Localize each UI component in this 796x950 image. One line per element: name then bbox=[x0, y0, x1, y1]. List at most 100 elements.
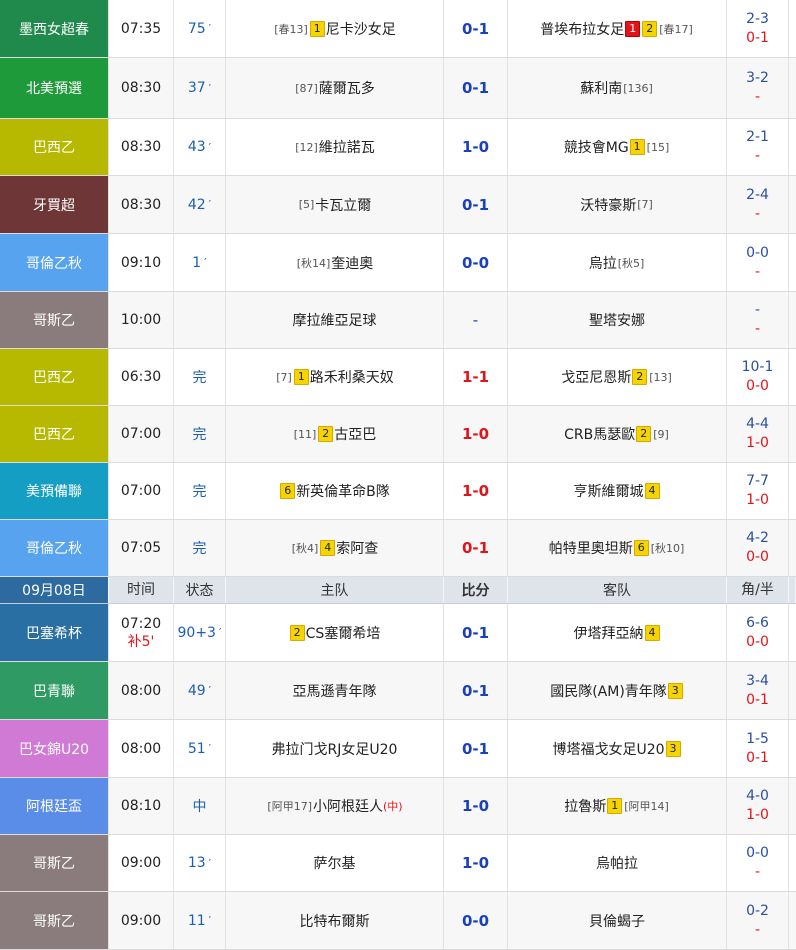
score-cell[interactable]: - bbox=[444, 292, 508, 348]
table-row[interactable]: 巴西乙 08:30 43 ′ [12] 維拉諾瓦 1-0 競技會MG 1 [15] 2-1- bbox=[0, 119, 796, 176]
score-cell[interactable]: 1-0 bbox=[444, 119, 508, 175]
league-cell[interactable]: 巴青聯 bbox=[0, 662, 109, 719]
away-team-cell[interactable]: 博塔福戈女足U20 3 bbox=[508, 720, 727, 777]
away-team-cell[interactable]: 競技會MG 1 [15] bbox=[508, 119, 727, 175]
home-team-name[interactable]: 萨尔基 bbox=[314, 853, 356, 873]
score-cell[interactable]: 1-1 bbox=[444, 349, 508, 405]
league-name[interactable]: 阿根廷盃 bbox=[26, 796, 82, 816]
score-cell[interactable]: 0-1 bbox=[444, 520, 508, 576]
table-row[interactable]: 哥斯乙 09:00 11 ′ 比特布爾斯 0-0 貝倫蝎子 0-2 - bbox=[0, 892, 796, 950]
score[interactable]: 1-0 bbox=[462, 854, 489, 872]
home-team-name[interactable]: 古亞巴 bbox=[334, 424, 376, 444]
away-team-name[interactable]: 亨斯維爾城 bbox=[574, 481, 644, 501]
away-team-name[interactable]: CRB馬瑟歐 bbox=[564, 424, 635, 444]
score-cell[interactable]: 0-1 bbox=[444, 720, 508, 777]
league-cell[interactable]: 美預備聯 bbox=[0, 463, 109, 519]
home-team-name[interactable]: 奎迪奧 bbox=[331, 253, 373, 273]
score-cell[interactable]: 1-0 bbox=[444, 463, 508, 519]
home-team-cell[interactable]: 6 新英倫革命B隊 bbox=[226, 463, 444, 519]
away-team-name[interactable]: 沃特豪斯 bbox=[580, 195, 636, 215]
score[interactable]: 0-0 bbox=[462, 912, 489, 930]
home-team-name[interactable]: 小阿根廷人 bbox=[313, 796, 383, 816]
league-cell[interactable]: 巴西乙 bbox=[0, 349, 109, 405]
away-team-name[interactable]: 貝倫蝎子 bbox=[589, 911, 645, 931]
score-cell[interactable]: 1-0 bbox=[444, 406, 508, 462]
league-name[interactable]: 哥倫乙秋 bbox=[26, 253, 82, 273]
away-team-cell[interactable]: 貝倫蝎子 bbox=[508, 892, 727, 949]
home-team-cell[interactable]: [7] 1 路禾利桑天奴 bbox=[226, 349, 444, 405]
score[interactable]: 0-1 bbox=[462, 79, 489, 97]
away-team-name[interactable]: 烏帕拉 bbox=[596, 853, 638, 873]
home-team-cell[interactable]: [阿甲17] 小阿根廷人 (中) bbox=[226, 778, 444, 834]
league-name[interactable]: 巴西乙 bbox=[33, 424, 75, 444]
home-team-cell[interactable]: [春13] 1 尼卡沙女足 bbox=[226, 0, 444, 57]
away-team-cell[interactable]: CRB馬瑟歐 2 [9] bbox=[508, 406, 727, 462]
table-row[interactable]: 哥斯乙 09:00 13 ′ 萨尔基 1-0 烏帕拉 0-0 - bbox=[0, 835, 796, 892]
away-team-name[interactable]: 伊塔拜亞納 bbox=[574, 623, 644, 643]
league-cell[interactable]: 北美預選 bbox=[0, 58, 109, 118]
away-team-name[interactable]: 聖塔安娜 bbox=[589, 310, 645, 330]
home-team-cell[interactable]: [秋4] 4 索阿查 bbox=[226, 520, 444, 576]
home-team-cell[interactable]: [秋14] 奎迪奧 bbox=[226, 234, 444, 291]
home-team-name[interactable]: 弗拉门戈RJ女足U20 bbox=[272, 739, 398, 759]
league-name[interactable]: 哥斯乙 bbox=[33, 911, 75, 931]
league-name[interactable]: 哥斯乙 bbox=[33, 310, 75, 330]
league-cell[interactable]: 巴女錦U20 bbox=[0, 720, 109, 777]
score-cell[interactable]: 0-0 bbox=[444, 892, 508, 949]
league-name[interactable]: 巴塞希杯 bbox=[26, 623, 82, 643]
table-row[interactable]: 巴女錦U20 08:00 51 ′ 弗拉门戈RJ女足U20 0-1 博塔福戈女足U20 3 1-… bbox=[0, 720, 796, 778]
score-cell[interactable]: 1-0 bbox=[444, 778, 508, 834]
home-team-cell[interactable]: [12] 維拉諾瓦 bbox=[226, 119, 444, 175]
score[interactable]: 1-0 bbox=[462, 797, 489, 815]
away-team-cell[interactable]: 亨斯維爾城 4 bbox=[508, 463, 727, 519]
score-cell[interactable]: 0-1 bbox=[444, 58, 508, 118]
table-row[interactable]: 墨西女超春 07:35 75 ′ [春13] 1 尼卡沙女足 0-1 普埃布拉女足 1 2 [春17]… bbox=[0, 0, 796, 58]
away-team-cell[interactable]: 拉魯斯 1 [阿甲14] bbox=[508, 778, 727, 834]
score[interactable]: 0-1 bbox=[462, 682, 489, 700]
away-team-cell[interactable]: 烏拉 [秋5] bbox=[508, 234, 727, 291]
league-cell[interactable]: 巴塞希杯 bbox=[0, 604, 109, 661]
away-team-name[interactable]: 普埃布拉女足 bbox=[540, 19, 624, 39]
league-name[interactable]: 巴青聯 bbox=[33, 681, 75, 701]
home-team-cell[interactable]: 比特布爾斯 bbox=[226, 892, 444, 949]
league-name[interactable]: 牙買超 bbox=[33, 195, 75, 215]
home-team-cell[interactable]: 萨尔基 bbox=[226, 835, 444, 891]
score-cell[interactable]: 1-0 bbox=[444, 835, 508, 891]
league-name[interactable]: 巴西乙 bbox=[33, 367, 75, 387]
score-cell[interactable]: 0-0 bbox=[444, 234, 508, 291]
league-cell[interactable]: 哥斯乙 bbox=[0, 892, 109, 949]
away-team-cell[interactable]: 帕特里奧坦斯 6 [秋10] bbox=[508, 520, 727, 576]
away-team-name[interactable]: 國民隊(AM)青年隊 bbox=[550, 681, 667, 701]
score[interactable]: 0-0 bbox=[462, 254, 489, 272]
score[interactable]: 0-1 bbox=[462, 740, 489, 758]
home-team-name[interactable]: 薩爾瓦多 bbox=[319, 78, 375, 98]
table-row[interactable]: 哥斯乙 10:00 摩拉維亞足球 - 聖塔安娜 - - bbox=[0, 292, 796, 349]
league-cell[interactable]: 牙買超 bbox=[0, 176, 109, 233]
home-team-name[interactable]: 維拉諾瓦 bbox=[319, 137, 375, 157]
home-team-name[interactable]: 亞馬遜青年隊 bbox=[293, 681, 377, 701]
away-team-cell[interactable]: 戈亞尼恩斯 2 [13] bbox=[508, 349, 727, 405]
away-team-cell[interactable]: 伊塔拜亞納 4 bbox=[508, 604, 727, 661]
away-team-cell[interactable]: 普埃布拉女足 1 2 [春17] bbox=[508, 0, 727, 57]
away-team-cell[interactable]: 聖塔安娜 bbox=[508, 292, 727, 348]
league-cell[interactable]: 阿根廷盃 bbox=[0, 778, 109, 834]
league-cell[interactable]: 哥斯乙 bbox=[0, 835, 109, 891]
table-row[interactable]: 哥倫乙秋 07:05 完 [秋4] 4 索阿查 0-1 帕特里奧坦斯 6 [秋10] 4-2 0-0 bbox=[0, 520, 796, 577]
home-team-cell[interactable]: [87] 薩爾瓦多 bbox=[226, 58, 444, 118]
league-name[interactable]: 墨西女超春 bbox=[19, 19, 89, 39]
score[interactable]: - bbox=[473, 311, 478, 329]
league-name[interactable]: 北美預選 bbox=[26, 78, 82, 98]
home-team-name[interactable]: CS塞爾希培 bbox=[306, 623, 381, 643]
score-cell[interactable]: 0-1 bbox=[444, 176, 508, 233]
away-team-cell[interactable]: 國民隊(AM)青年隊 3 bbox=[508, 662, 727, 719]
table-row[interactable]: 美預備聯 07:00 完 6 新英倫革命B隊 1-0 亨斯維爾城 4 7-7 1-0 bbox=[0, 463, 796, 520]
score[interactable]: 1-0 bbox=[462, 482, 489, 500]
home-team-cell[interactable]: 弗拉门戈RJ女足U20 bbox=[226, 720, 444, 777]
score[interactable]: 0-1 bbox=[462, 624, 489, 642]
score[interactable]: 0-1 bbox=[462, 20, 489, 38]
league-name[interactable]: 哥倫乙秋 bbox=[26, 538, 82, 558]
home-team-cell[interactable]: 摩拉維亞足球 bbox=[226, 292, 444, 348]
away-team-cell[interactable]: 蘇利南 [136] bbox=[508, 58, 727, 118]
home-team-name[interactable]: 摩拉維亞足球 bbox=[293, 310, 377, 330]
away-team-name[interactable]: 博塔福戈女足U20 bbox=[552, 739, 664, 759]
